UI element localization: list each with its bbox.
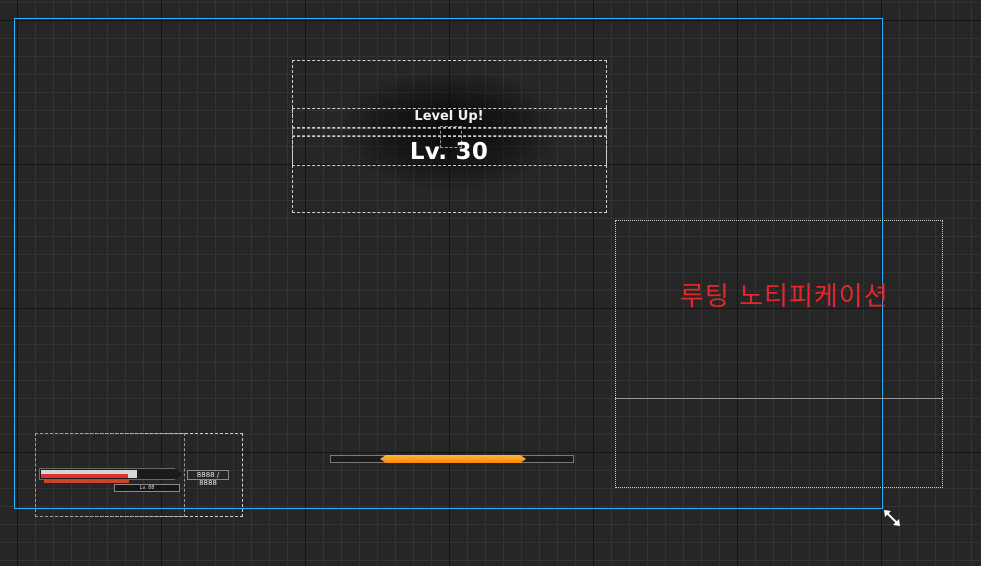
levelup-title: Level Up!: [414, 109, 484, 124]
hp-bar-damage: [41, 474, 129, 478]
hp-text: 8888 / 8888: [187, 470, 229, 487]
looting-divider: [615, 398, 943, 399]
looting-notification-frame[interactable]: [615, 220, 943, 488]
looting-notification-label: 루팅 노티피케이션: [680, 282, 889, 312]
hp-bar-underline: [44, 480, 130, 483]
player-level-tag: Lv. 88: [114, 484, 180, 492]
exp-bar-fill: [380, 455, 526, 463]
level-text: Lv. 30: [409, 139, 489, 165]
resize-diagonal-icon[interactable]: [882, 508, 902, 528]
